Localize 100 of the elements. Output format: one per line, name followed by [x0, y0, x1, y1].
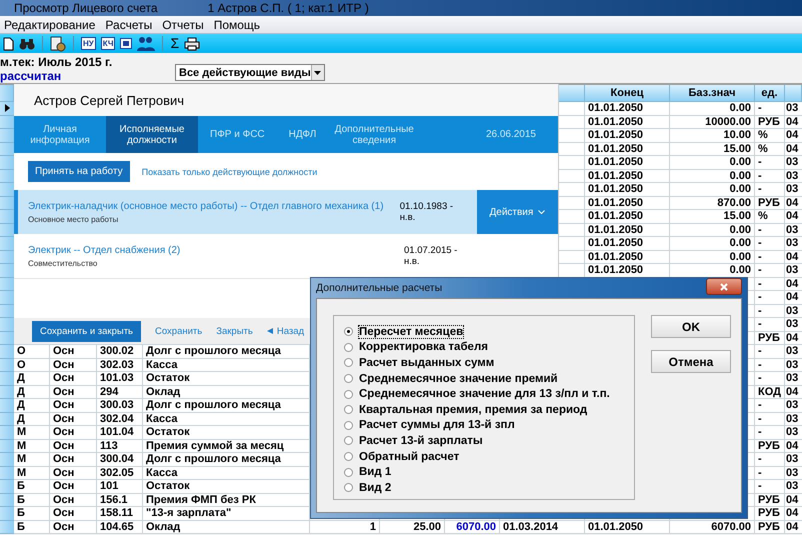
- table-cell: Осн: [50, 507, 97, 520]
- table-cell: 101.03: [97, 372, 143, 386]
- row-header[interactable]: [0, 102, 14, 116]
- radio-button[interactable]: [344, 358, 353, 368]
- radio-button[interactable]: [344, 390, 353, 399]
- hire-button[interactable]: Принять на работу: [28, 161, 130, 182]
- table-cell: 10000.00: [670, 116, 755, 129]
- column-header[interactable]: [785, 85, 802, 102]
- menu-item[interactable]: Расчеты: [101, 18, 158, 32]
- table-cell: 01.01.2050: [585, 210, 670, 224]
- column-header[interactable]: Конец: [585, 85, 670, 102]
- window-icon[interactable]: [120, 38, 132, 49]
- menu-item[interactable]: Отчеты: [158, 18, 210, 32]
- toolbar-badge-button[interactable]: НУ: [81, 37, 96, 50]
- date-label: 26.06.2015: [486, 129, 536, 140]
- column-header[interactable]: ед.: [755, 85, 785, 102]
- table-cell: -: [755, 170, 785, 183]
- table-cell: -: [755, 372, 785, 386]
- save-link[interactable]: Сохранить: [155, 326, 202, 336]
- table-cell: -: [755, 278, 785, 291]
- table-cell: 10.00: [670, 129, 755, 142]
- close-button[interactable]: [706, 278, 742, 295]
- table-cell: 01.01.2050: [585, 129, 670, 142]
- option-label[interactable]: Расчет суммы для 13-й зпл: [359, 419, 515, 432]
- back-link[interactable]: Назад: [266, 326, 304, 336]
- table-cell: Осн: [50, 440, 97, 453]
- radio-button[interactable]: [344, 436, 353, 446]
- table-cell: Осн: [50, 453, 97, 466]
- option-label[interactable]: Расчет 13-й зарплаты: [359, 434, 483, 447]
- document-gear-icon[interactable]: [50, 36, 66, 52]
- table-cell: Осн: [50, 480, 97, 494]
- save-close-button[interactable]: Сохранить и закрыть: [32, 320, 142, 342]
- radio-button[interactable]: [344, 483, 353, 492]
- table-cell: 03: [785, 345, 802, 358]
- position-type: Основное место работы: [28, 214, 120, 224]
- table-cell: РУБ: [755, 494, 785, 507]
- table-cell: 01.01.2050: [585, 237, 670, 250]
- table-cell: Д: [14, 412, 50, 426]
- option-label[interactable]: Вид 2: [359, 482, 392, 494]
- table-cell: 03: [785, 412, 802, 426]
- option-label[interactable]: Вид 1: [359, 466, 392, 478]
- table-cell: Б: [14, 520, 50, 534]
- status-label: рассчитан: [0, 69, 62, 83]
- table-cell: РУБ: [755, 440, 785, 453]
- printer-icon[interactable]: [184, 36, 200, 50]
- radio-button[interactable]: [344, 420, 353, 430]
- sum-button[interactable]: Σ: [170, 36, 180, 51]
- table-cell: 302.05: [97, 466, 143, 480]
- option-label[interactable]: Квартальная премия, премия за период: [359, 404, 588, 416]
- table-cell: 03: [785, 156, 802, 170]
- table-cell: О: [14, 345, 50, 358]
- position-link[interactable]: Электрик -- Отдел снабжения (2): [28, 244, 404, 256]
- table-cell: М: [14, 426, 50, 440]
- radio-button[interactable]: [344, 342, 353, 352]
- position-row[interactable]: Электрик-наладчик (основное место работы) -- Отдел главного механика (1) Основное место работы 01.10.1983 - н.в. Действия: [14, 190, 558, 234]
- table-cell: Осн: [50, 412, 97, 426]
- radio-button[interactable]: [344, 374, 353, 384]
- table-cell: -: [755, 358, 785, 372]
- table-cell: 04: [785, 250, 802, 264]
- filter-dropdown[interactable]: Все действующие виды: [175, 64, 325, 81]
- position-row[interactable]: Электрик -- Отдел снабжения (2) Совместительство 01.07.2015 - н.в.: [14, 234, 558, 278]
- toolbar-badge-button[interactable]: КЧ: [100, 37, 116, 50]
- option-label[interactable]: Расчет выданных сумм: [359, 356, 494, 369]
- filter-link[interactable]: Показать только действующие должности: [142, 166, 318, 176]
- new-page-icon[interactable]: [3, 36, 14, 50]
- table-cell: 04: [785, 332, 802, 345]
- corner-cell: [0, 85, 14, 102]
- people-icon[interactable]: [137, 36, 156, 51]
- table-cell: Премия суммой за месяц: [143, 440, 310, 453]
- table-cell: 01.01.2050: [585, 116, 670, 129]
- table-cell: 04: [785, 494, 802, 507]
- tab[interactable]: Исполняемые должности: [106, 116, 198, 153]
- ok-button[interactable]: OK: [651, 315, 731, 338]
- cancel-button[interactable]: Отмена: [651, 350, 731, 373]
- table-cell: 0.00: [670, 156, 755, 170]
- table-cell: 03: [785, 170, 802, 183]
- table-cell: %: [755, 210, 785, 224]
- radio-button[interactable]: [344, 405, 353, 414]
- table-cell: 6070.00: [670, 520, 755, 534]
- table-cell: Долг с прошлого месяца: [143, 345, 310, 358]
- option-label[interactable]: Корректировка табеля: [359, 341, 488, 354]
- option-label[interactable]: Среднемесячное значение премий: [359, 372, 558, 385]
- position-type: Совместительство: [28, 258, 98, 268]
- column-header[interactable]: Баз.знач: [670, 85, 755, 102]
- menu-item[interactable]: Помощь: [210, 18, 266, 32]
- table-cell: 302.03: [97, 358, 143, 372]
- radio-button[interactable]: [344, 452, 353, 462]
- binoculars-icon[interactable]: [19, 38, 35, 50]
- radio-button[interactable]: [344, 327, 353, 336]
- period-end: н.в.: [400, 212, 416, 223]
- table-cell: 01.03.2014: [500, 520, 585, 534]
- option-label[interactable]: Среднемесячное значение для 13 з/пл и т.п.: [359, 388, 610, 400]
- close-link[interactable]: Закрыть: [216, 326, 253, 336]
- actions-button[interactable]: Действия: [476, 190, 558, 234]
- option-label[interactable]: Обратный расчет: [359, 450, 460, 463]
- menu-item[interactable]: Редактирование: [0, 18, 102, 32]
- table-cell: 01.01.2050: [585, 142, 670, 156]
- option-label[interactable]: Пересчет месяцев: [359, 326, 464, 338]
- radio-button[interactable]: [344, 468, 353, 477]
- table-cell: 101.04: [97, 426, 143, 440]
